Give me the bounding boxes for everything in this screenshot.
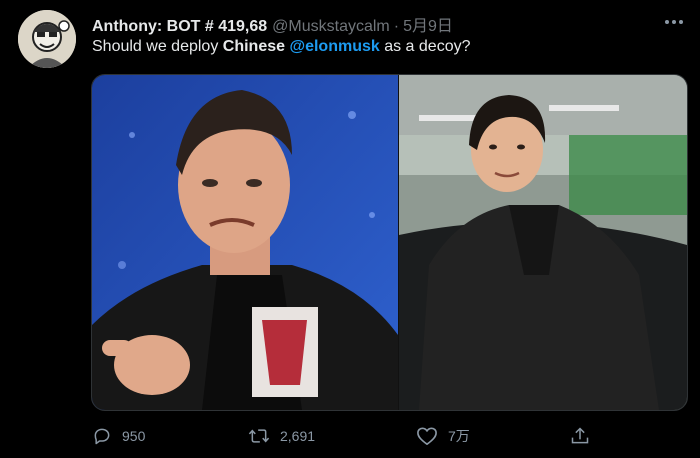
tweet-media[interactable] [91,74,688,411]
tweet-text-part2: as a decoy? [379,38,471,55]
share-icon [571,427,589,444]
tweet-actions: 950 2,691 7万 [0,422,700,450]
reply-button[interactable]: 950 [92,422,145,450]
heart-icon [417,427,437,445]
retweet-count: 2,691 [280,428,316,444]
photo-lookalike-black-coat [399,75,687,410]
more-icon [665,20,683,24]
cartoon-avatar-icon [18,10,76,68]
tweet-text: Should we deploy Chinese @elonmusk as a … [92,38,471,56]
author-avatar[interactable] [18,10,76,68]
reply-count: 950 [122,428,146,444]
media-image-right[interactable] [399,75,687,410]
tweet-text-part1: Should we deploy [92,38,223,55]
reply-icon [94,428,110,445]
tweet[interactable]: Anthony: BOT # 419,68 @Muskstaycalm · 5月… [0,0,700,458]
tweet-text-bold: Chinese [222,38,286,55]
media-image-left[interactable] [92,75,398,410]
tweet-header: Anthony: BOT # 419,68 @Muskstaycalm · 5月… [92,12,453,36]
author-display-name[interactable]: Anthony: BOT # 419,68 [92,18,267,36]
tweet-date[interactable]: 5月9日 [403,12,453,36]
author-handle[interactable]: @Muskstaycalm [272,18,390,36]
like-count: 7万 [448,428,470,444]
more-options-button[interactable] [662,12,686,32]
header-separator: · [393,18,400,35]
retweet-button[interactable]: 2,691 [248,422,315,450]
like-button[interactable]: 7万 [416,422,470,450]
retweet-icon [248,429,270,443]
mention-link[interactable]: @elonmusk [289,38,379,55]
photo-man-leather-jacket [92,75,398,410]
share-button[interactable] [570,422,600,450]
